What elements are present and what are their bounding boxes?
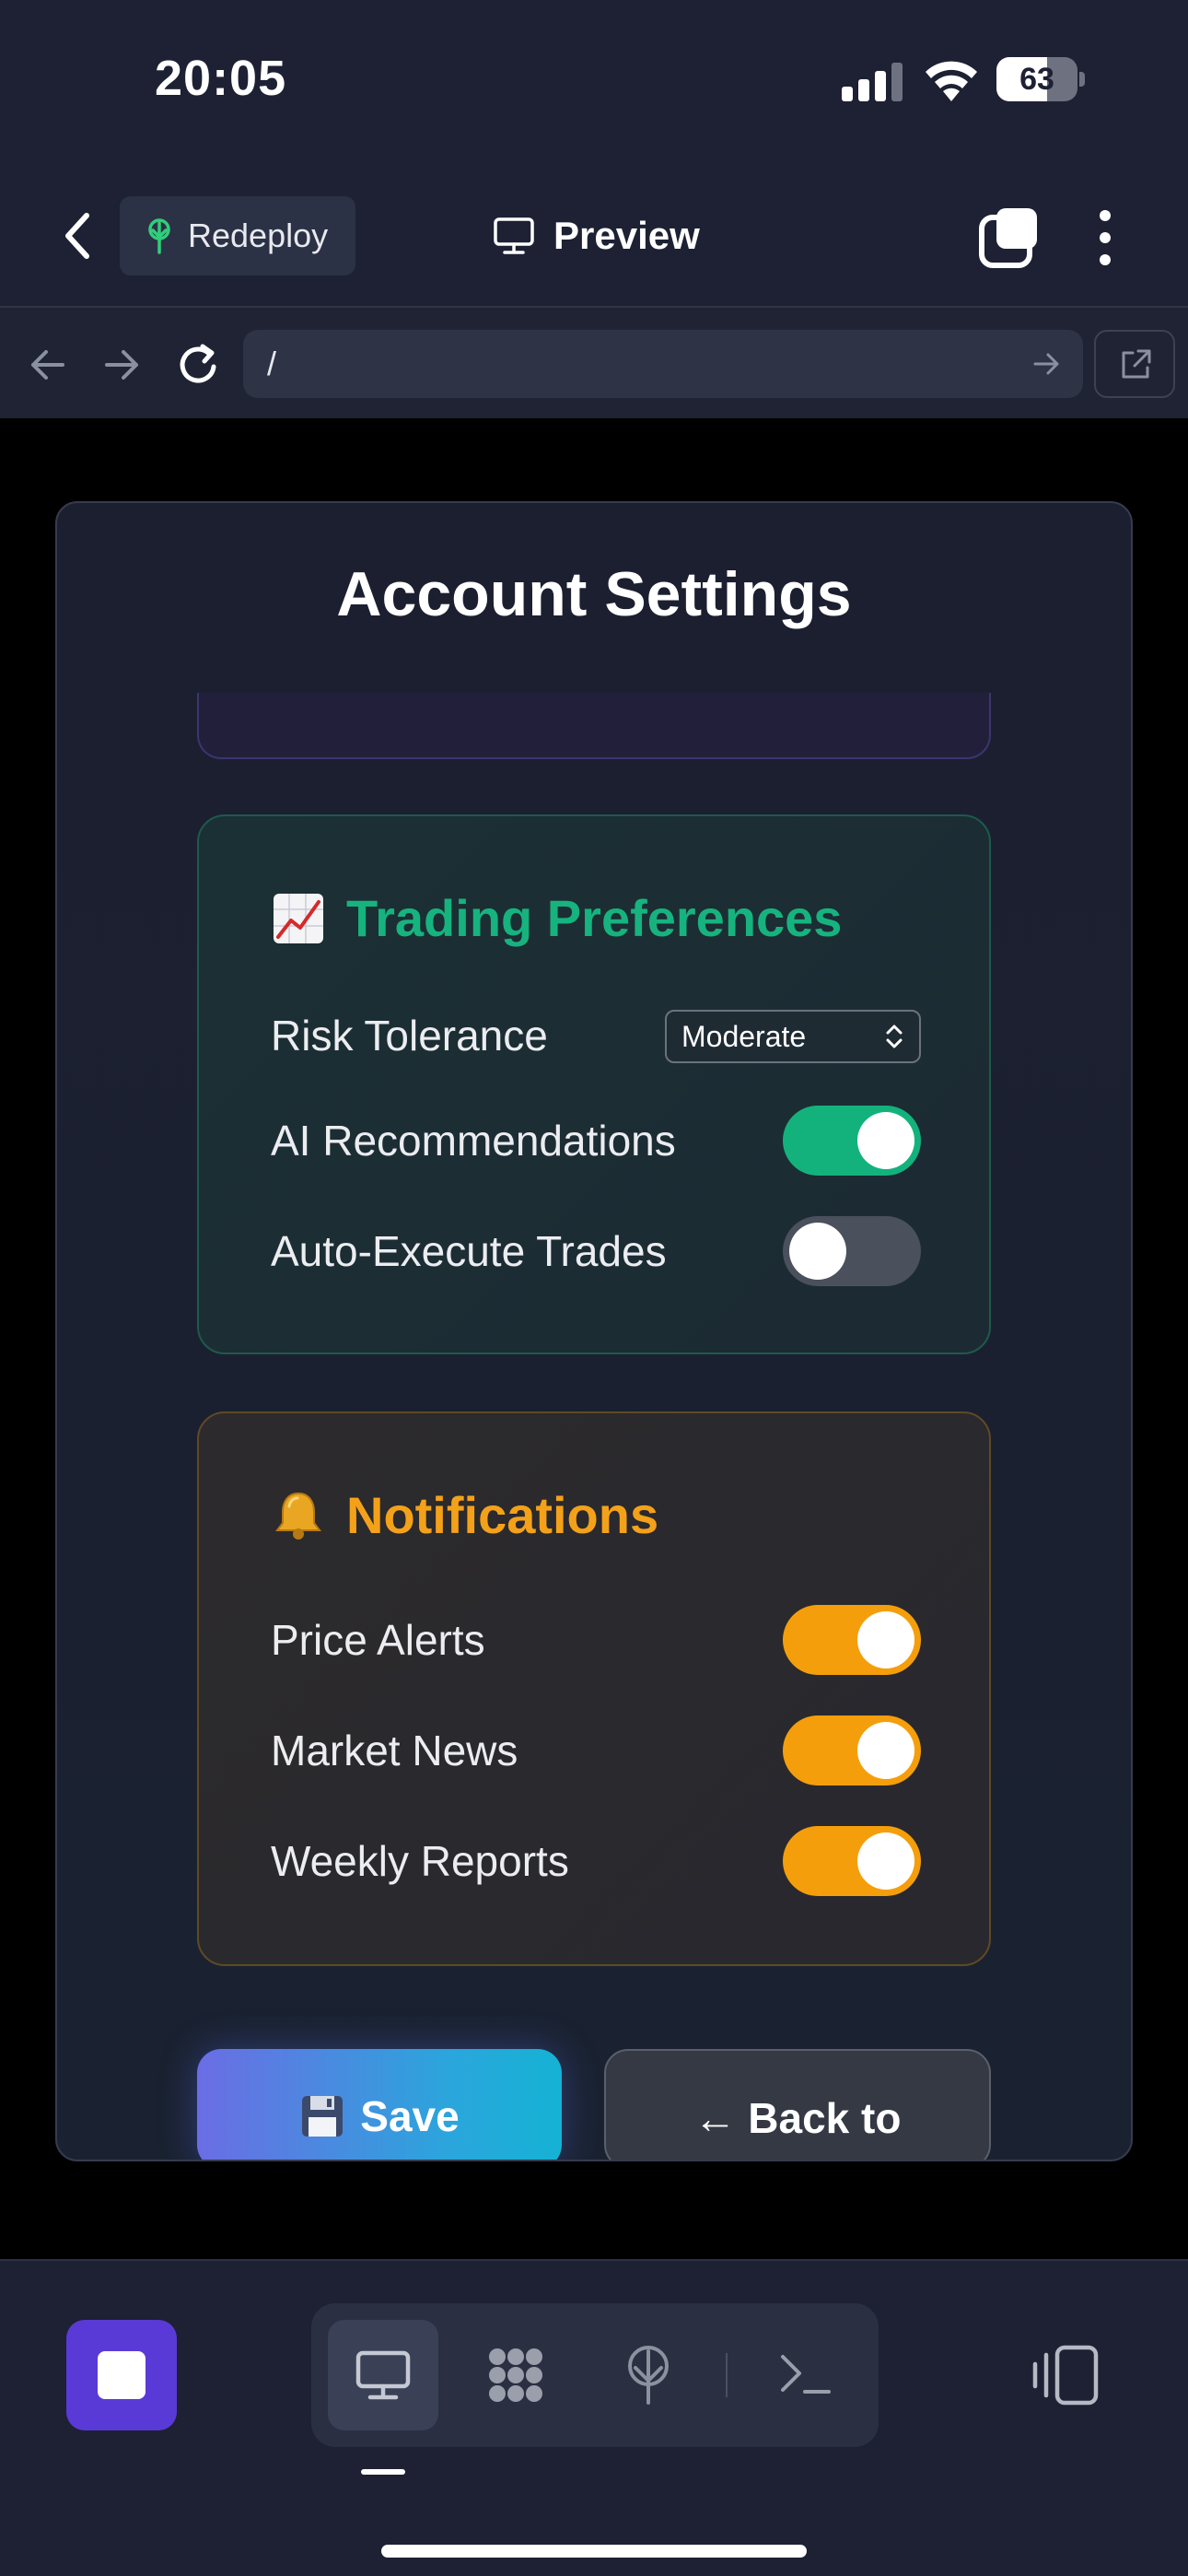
- price-alerts-label: Price Alerts: [271, 1616, 485, 1664]
- risk-tolerance-row: Risk Tolerance Moderate: [271, 999, 921, 1072]
- trading-preferences-header: Trading Preferences: [271, 888, 842, 948]
- top-bar: Redeploy Preview: [0, 166, 1188, 306]
- notifications-title: Notifications: [346, 1486, 659, 1544]
- battery-indicator: 63: [996, 57, 1085, 101]
- preview-viewport: Account Settings Trading Preferences Ris…: [0, 418, 1188, 2259]
- view-mode-group: [311, 2303, 879, 2447]
- ai-recommendations-row: AI Recommendations: [271, 1104, 921, 1177]
- agent-swirl-icon: [489, 2348, 542, 2402]
- terminal-icon: [781, 2355, 831, 2394]
- preview-title: Preview: [493, 203, 700, 269]
- preview-mode-button[interactable]: [328, 2320, 438, 2430]
- stop-icon: [98, 2351, 146, 2399]
- ai-recommendations-label: AI Recommendations: [271, 1117, 676, 1165]
- risk-tolerance-label: Risk Tolerance: [271, 1012, 548, 1060]
- market-news-toggle[interactable]: [783, 1715, 921, 1786]
- active-mode-indicator: [361, 2469, 405, 2475]
- external-link-icon: [1122, 349, 1151, 379]
- url-text: /: [267, 345, 277, 382]
- deploy-tree-icon: [148, 218, 170, 254]
- notifications-section: Notifications Price Alerts Market News W…: [197, 1411, 991, 1966]
- price-alerts-row: Price Alerts: [271, 1603, 921, 1677]
- scroll-area[interactable]: Trading Preferences Risk Tolerance Moder…: [57, 693, 1131, 2160]
- redeploy-button[interactable]: Redeploy: [120, 196, 355, 275]
- weekly-reports-label: Weekly Reports: [271, 1837, 569, 1885]
- ai-recommendations-toggle[interactable]: [783, 1106, 921, 1176]
- floppy-disk-icon: [302, 2096, 344, 2137]
- bottom-toolbar: [0, 2259, 1188, 2576]
- market-news-label: Market News: [271, 1727, 518, 1774]
- more-vertical-icon[interactable]: [1087, 205, 1124, 271]
- preview-label: Preview: [553, 214, 700, 257]
- weekly-reports-row: Weekly Reports: [271, 1824, 921, 1898]
- shell-mode-button[interactable]: [750, 2320, 860, 2430]
- wifi-icon: [926, 61, 977, 101]
- chart-increasing-icon: [274, 893, 323, 943]
- back-to-button[interactable]: ← Back to: [604, 2049, 991, 2160]
- market-news-row: Market News: [271, 1714, 921, 1787]
- risk-tolerance-select[interactable]: Moderate: [665, 1010, 921, 1063]
- mode-divider: [726, 2353, 728, 2397]
- select-chevron-icon: [886, 1025, 903, 1048]
- reload-icon[interactable]: [169, 335, 228, 394]
- agent-mode-button[interactable]: [460, 2320, 571, 2430]
- monitor-icon: [494, 217, 534, 254]
- previous-section-card: [197, 693, 991, 759]
- trading-preferences-section: Trading Preferences Risk Tolerance Moder…: [197, 814, 991, 1354]
- notifications-header: Notifications: [271, 1485, 658, 1545]
- bell-icon: [275, 1492, 321, 1540]
- url-bar: /: [0, 306, 1188, 418]
- deploy-tree-icon: [628, 2346, 669, 2405]
- go-arrow-icon[interactable]: [1028, 345, 1065, 382]
- back-icon[interactable]: [53, 206, 105, 265]
- status-time: 20:05: [155, 51, 287, 106]
- back-to-label: ← Back to: [693, 2094, 902, 2142]
- battery-level: 63: [1019, 62, 1054, 97]
- trading-preferences-title: Trading Preferences: [346, 889, 843, 947]
- url-input[interactable]: /: [243, 330, 1083, 398]
- monitor-icon: [355, 2350, 411, 2400]
- cellular-signal-icon: [842, 63, 903, 101]
- auto-execute-toggle[interactable]: [783, 1216, 921, 1286]
- status-bar: 20:05 63: [0, 0, 1188, 166]
- split-layout-icon[interactable]: [1030, 2344, 1100, 2406]
- save-label: Save: [360, 2092, 460, 2140]
- save-button[interactable]: Save: [197, 2049, 562, 2160]
- deploy-mode-button[interactable]: [593, 2320, 704, 2430]
- auto-execute-row: Auto-Execute Trades: [271, 1214, 921, 1288]
- page-title: Account Settings: [336, 559, 852, 629]
- weekly-reports-toggle[interactable]: [783, 1826, 921, 1896]
- price-alerts-toggle[interactable]: [783, 1605, 921, 1675]
- arrow-left-icon[interactable]: [18, 335, 77, 394]
- settings-card: Account Settings Trading Preferences Ris…: [55, 501, 1133, 2161]
- stop-button[interactable]: [66, 2320, 177, 2430]
- arrow-right-icon[interactable]: [92, 335, 151, 394]
- redeploy-label: Redeploy: [188, 217, 329, 254]
- risk-tolerance-value: Moderate: [681, 1020, 807, 1053]
- auto-execute-label: Auto-Execute Trades: [271, 1227, 667, 1275]
- tabs-icon[interactable]: [976, 205, 1042, 271]
- home-indicator: [381, 2545, 807, 2558]
- open-external-button[interactable]: [1094, 330, 1175, 398]
